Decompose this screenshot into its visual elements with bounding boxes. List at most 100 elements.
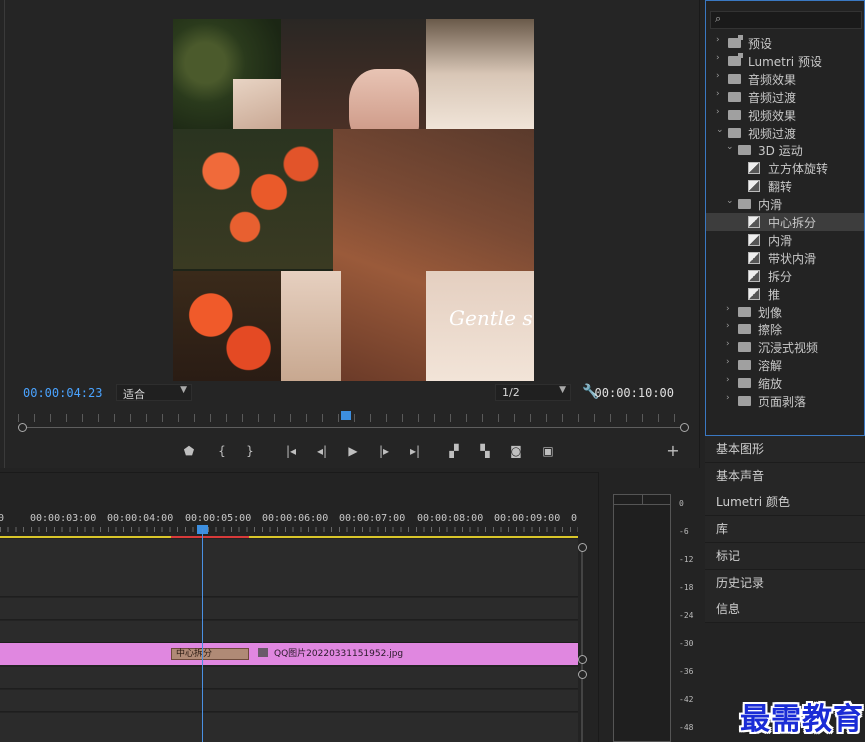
chevron-right-icon[interactable]: › bbox=[716, 71, 720, 81]
scrubber-in-handle[interactable] bbox=[18, 423, 27, 432]
effects-search-input[interactable]: ⌕ bbox=[710, 11, 862, 29]
effects-tree-item[interactable]: › 视频效果 bbox=[706, 106, 864, 124]
effects-tree-item[interactable]: › 音频效果 bbox=[706, 70, 864, 88]
effects-tree-item[interactable]: 立方体旋转 bbox=[706, 159, 864, 177]
audio-track-2[interactable] bbox=[0, 690, 578, 712]
effects-tree-item[interactable]: 拆分 bbox=[706, 267, 864, 285]
time-ruler[interactable]: 0 00:00:03:00 00:00:04:00 00:00:05:00 00:00:… bbox=[0, 473, 580, 538]
panel-tab[interactable]: 历史记录 bbox=[705, 569, 865, 597]
audio-track-3[interactable] bbox=[0, 713, 578, 742]
video-track-2[interactable] bbox=[0, 598, 578, 620]
effects-tree-item[interactable]: ⌄ 视频过渡 bbox=[706, 124, 864, 142]
effects-tree-item[interactable]: › 溶解 bbox=[706, 356, 864, 374]
effects-tree-label: 划像 bbox=[758, 305, 783, 320]
effects-tree-item[interactable]: 推 bbox=[706, 285, 864, 303]
panel-tab[interactable]: 基本声音 bbox=[705, 462, 865, 490]
effects-tree-item[interactable]: › 页面剥落 bbox=[706, 392, 864, 410]
video-track-3[interactable] bbox=[0, 539, 578, 597]
step-forward-button[interactable]: |▸ bbox=[375, 442, 393, 460]
effects-tree-item[interactable]: › 沉浸式视频 bbox=[706, 338, 864, 356]
effects-tree-item[interactable]: ⌄ 3D 运动 bbox=[706, 141, 864, 159]
effects-tree-item[interactable]: › 划像 bbox=[706, 303, 864, 321]
preset-bin-icon bbox=[728, 35, 743, 48]
chevron-right-icon[interactable]: › bbox=[726, 357, 730, 367]
panel-tab[interactable]: Lumetri 颜色 bbox=[705, 489, 865, 517]
timeline-clip[interactable]: 中心拆分 QQ图片20220331151952.jpg bbox=[0, 643, 578, 665]
current-timecode[interactable]: 00:00:04:23 bbox=[23, 386, 102, 400]
play-button[interactable]: ▶ bbox=[344, 442, 362, 460]
meter-db-label: -36 bbox=[679, 667, 694, 676]
panel-tab[interactable]: 基本图形 bbox=[705, 436, 865, 463]
chevron-down-icon: ▼ bbox=[180, 385, 187, 395]
video-preview[interactable]: Gentle su bbox=[173, 19, 534, 381]
export-frame-camera-icon[interactable]: ◙ bbox=[507, 442, 525, 460]
zoom-select[interactable]: 适合 ▼ bbox=[116, 384, 192, 401]
scroll-handle-mid[interactable] bbox=[578, 655, 587, 664]
audio-meters: 0 -6 -12 -18 -24 -30 -36 -42 -48 bbox=[598, 472, 705, 742]
effects-tree-label: 视频效果 bbox=[748, 108, 797, 123]
effects-tree-label: 缩放 bbox=[758, 377, 783, 392]
chevron-right-icon[interactable]: › bbox=[716, 107, 720, 117]
chevron-right-icon[interactable]: › bbox=[726, 375, 730, 385]
scroll-handle-low[interactable] bbox=[578, 670, 587, 679]
folder-icon bbox=[738, 199, 751, 210]
effects-tree-item[interactable]: 内滑 bbox=[706, 231, 864, 249]
effects-tree-item[interactable]: 中心拆分 bbox=[706, 213, 864, 231]
effects-tree-item[interactable]: ⌄ 内滑 bbox=[706, 195, 864, 213]
chevron-right-icon[interactable]: › bbox=[726, 393, 730, 403]
scroll-handle-top[interactable] bbox=[578, 543, 587, 552]
mark-out-button[interactable]: } bbox=[241, 442, 259, 460]
timeline-vertical-scroll[interactable] bbox=[578, 535, 587, 742]
effects-tree-item[interactable]: › Lumetri 预设 bbox=[706, 52, 864, 70]
work-area-bar[interactable] bbox=[0, 536, 578, 538]
effects-tree-label: 音频效果 bbox=[748, 72, 797, 87]
chevron-right-icon[interactable]: › bbox=[716, 89, 720, 99]
panel-tab[interactable]: 库 bbox=[705, 516, 865, 544]
panel-tab[interactable]: 标记 bbox=[705, 542, 865, 570]
zoom-select-value: 适合 bbox=[123, 388, 145, 401]
step-back-button[interactable]: ◂| bbox=[313, 442, 331, 460]
video-track-1a[interactable] bbox=[0, 621, 578, 643]
lift-button[interactable]: ▞ bbox=[445, 442, 463, 460]
meter-db-label: -6 bbox=[679, 527, 689, 536]
effects-tree-item[interactable]: 翻转 bbox=[706, 177, 864, 195]
chevron-right-icon[interactable]: › bbox=[716, 35, 720, 45]
add-button[interactable]: + bbox=[664, 442, 682, 460]
scrubber-out-handle[interactable] bbox=[680, 423, 689, 432]
go-to-in-button[interactable]: |◂ bbox=[282, 442, 300, 460]
mark-in-button[interactable]: { bbox=[213, 442, 231, 460]
effects-tree-label: 3D 运动 bbox=[758, 144, 803, 159]
folder-icon bbox=[738, 360, 751, 371]
monitor-playhead[interactable] bbox=[341, 411, 351, 420]
folder-icon bbox=[738, 396, 751, 406]
transition-block[interactable]: 中心拆分 bbox=[171, 648, 249, 660]
chevron-right-icon[interactable]: › bbox=[726, 304, 730, 314]
comparison-view-button[interactable]: ▣ bbox=[539, 442, 557, 460]
meter-db-label: -12 bbox=[679, 555, 694, 564]
chevron-right-icon[interactable]: › bbox=[726, 321, 730, 331]
chevron-down-icon[interactable]: ⌄ bbox=[726, 196, 734, 206]
program-monitor: Gentle su 00:00:04:23 适合 ▼ 1/2 ▼ 🔧 00:00… bbox=[0, 0, 700, 468]
meter-db-label: 0 bbox=[679, 499, 684, 508]
audio-track-1[interactable] bbox=[0, 667, 578, 689]
resolution-select[interactable]: 1/2 ▼ bbox=[495, 384, 571, 401]
folder-icon bbox=[738, 145, 751, 156]
go-to-out-button[interactable]: ▸| bbox=[406, 442, 424, 460]
scroll-track bbox=[581, 547, 583, 742]
effects-tree-item[interactable]: › 缩放 bbox=[706, 374, 864, 392]
add-marker-button[interactable]: ⬟ bbox=[180, 442, 198, 460]
chevron-down-icon: ▼ bbox=[559, 385, 566, 395]
effects-tree-item[interactable]: 带状内滑 bbox=[706, 249, 864, 267]
extract-button[interactable]: ▚ bbox=[476, 442, 494, 460]
monitor-scrubber[interactable] bbox=[18, 408, 689, 434]
timeline-playhead[interactable] bbox=[202, 529, 203, 742]
effects-tree-item[interactable]: › 音频过渡 bbox=[706, 88, 864, 106]
chevron-right-icon[interactable]: › bbox=[716, 53, 720, 63]
effects-tree-item[interactable]: › 预设 bbox=[706, 34, 864, 52]
effects-tree-item[interactable]: › 擦除 bbox=[706, 320, 864, 338]
panel-tab[interactable]: 信息 bbox=[705, 596, 865, 624]
chevron-right-icon[interactable]: › bbox=[726, 339, 730, 349]
chevron-down-icon[interactable]: ⌄ bbox=[726, 142, 734, 152]
preset-bin-icon bbox=[728, 52, 743, 66]
chevron-down-icon[interactable]: ⌄ bbox=[716, 125, 724, 135]
